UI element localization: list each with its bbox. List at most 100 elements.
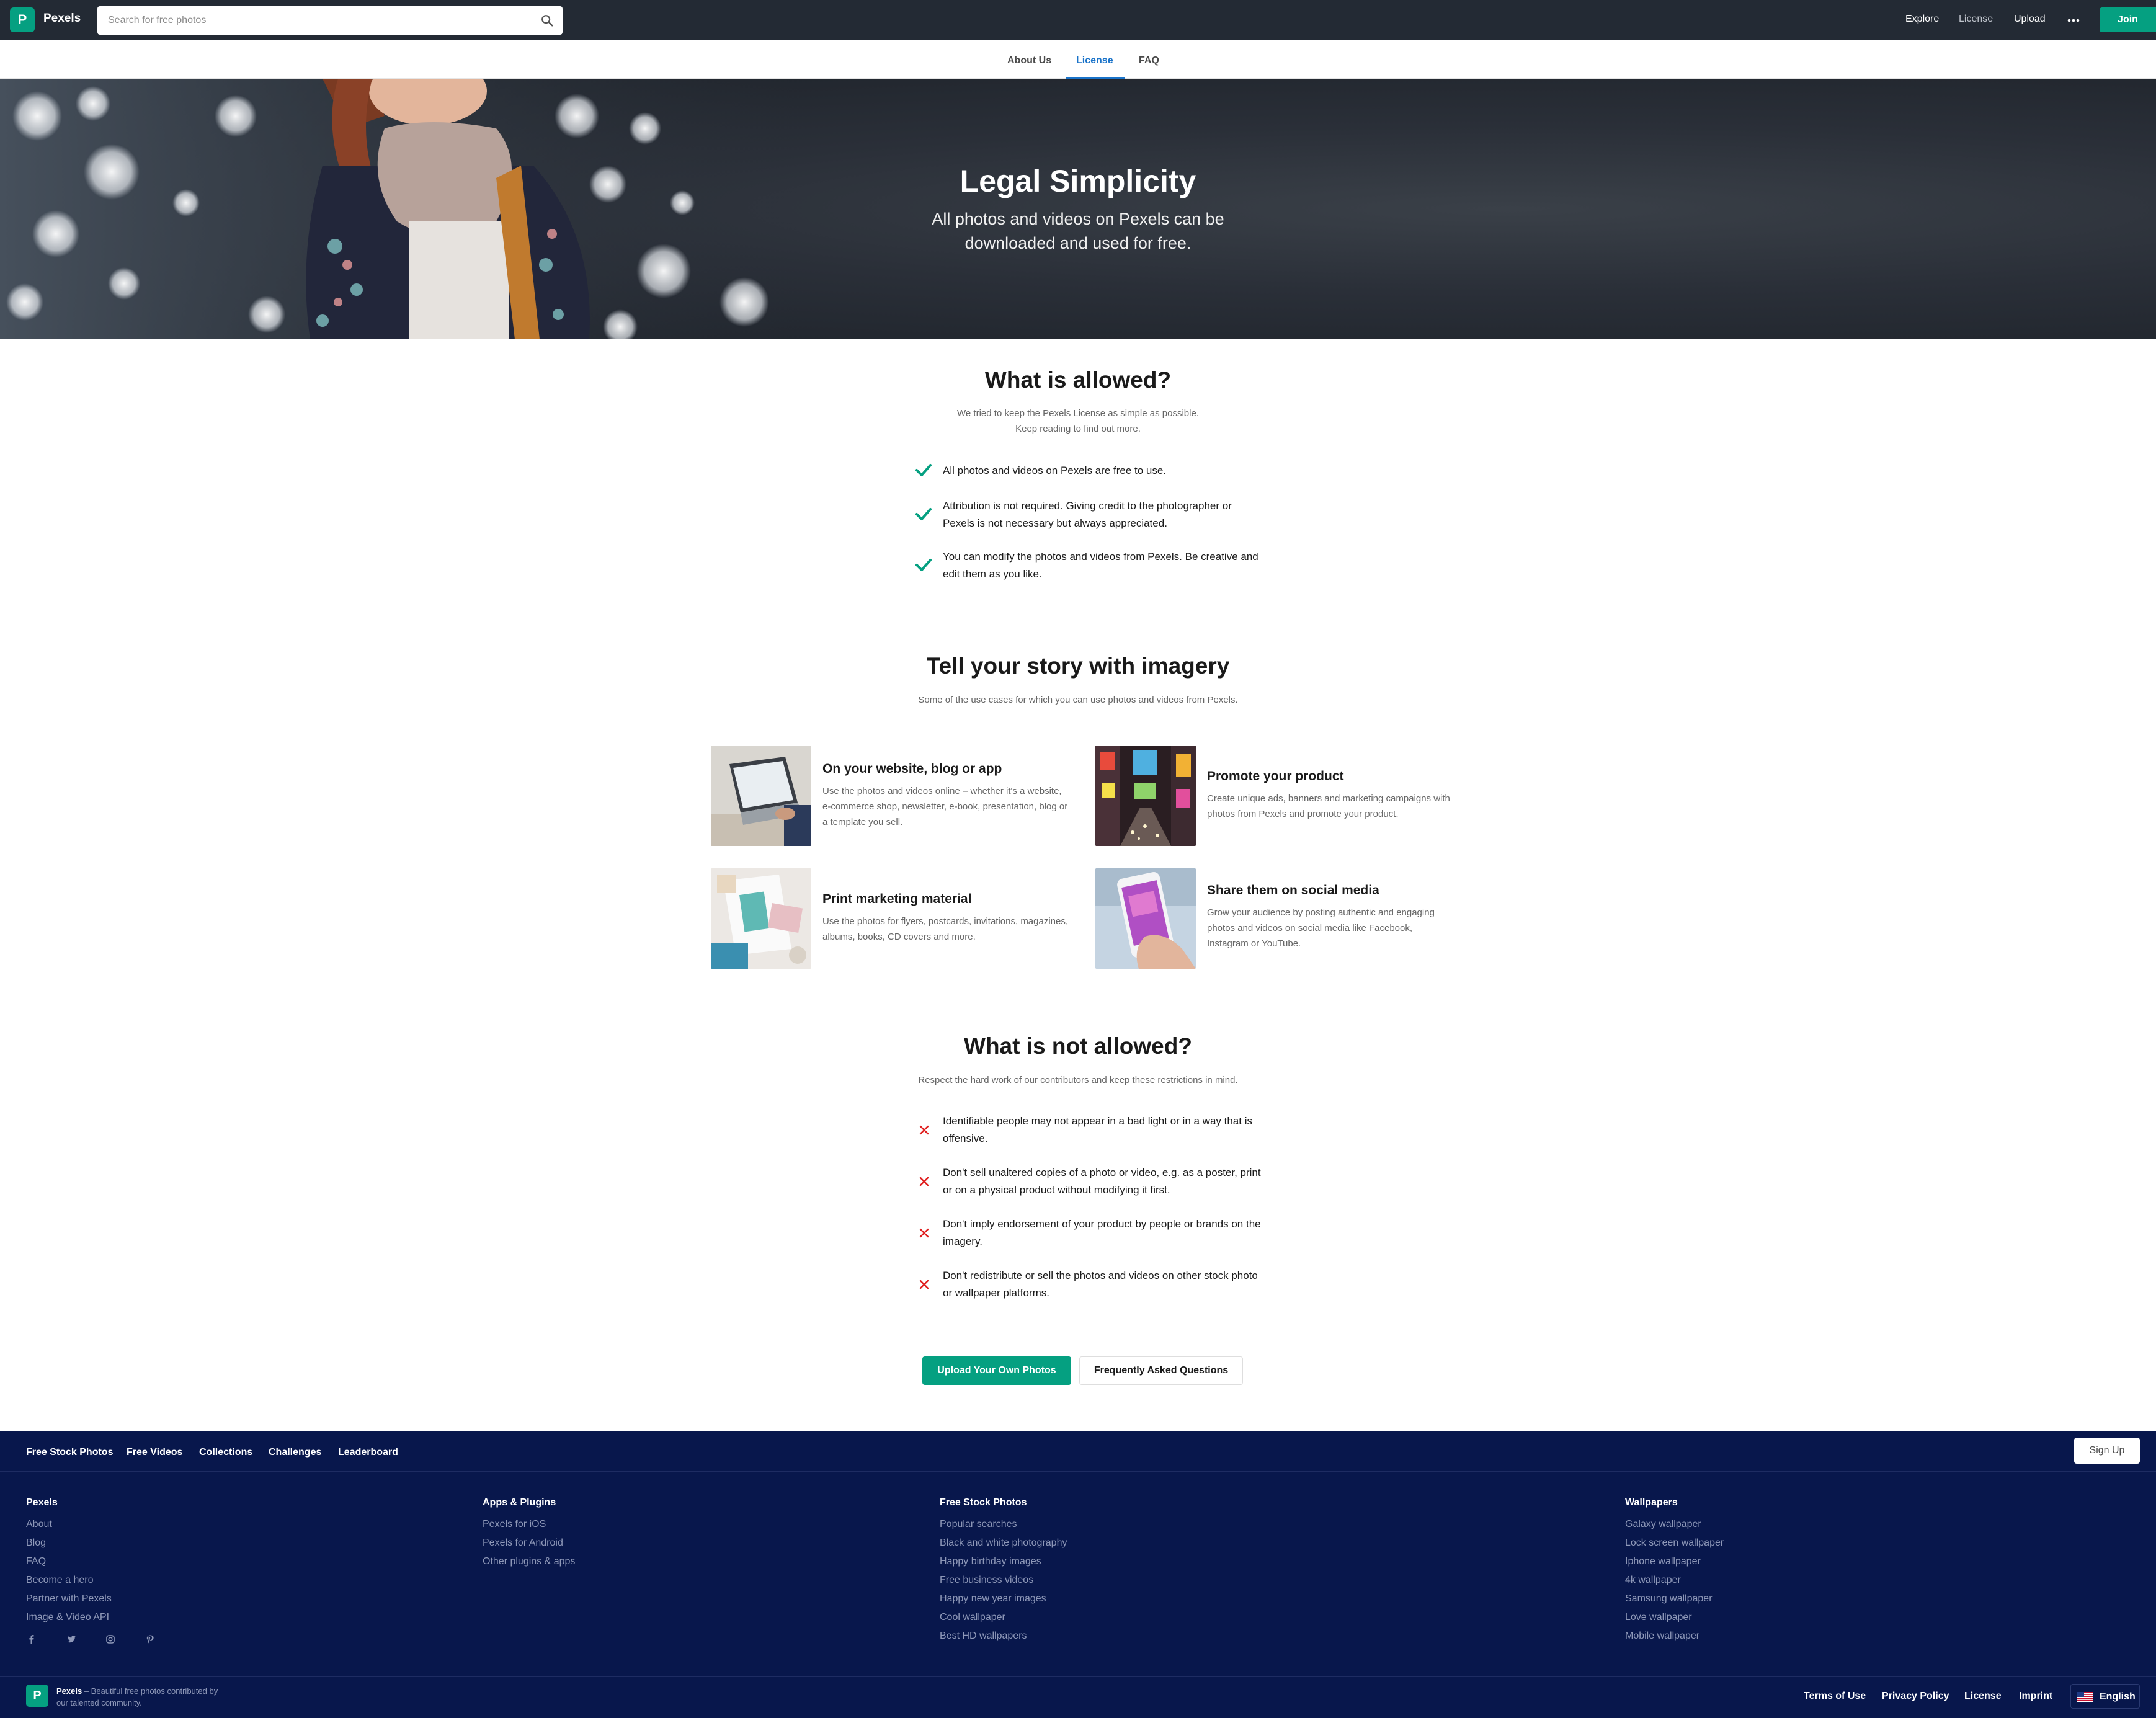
footer-link[interactable]: Image & Video API — [26, 1612, 109, 1623]
use-case-title: On your website, blog or app — [822, 762, 1002, 776]
footer-link[interactable]: Iphone wallpaper — [1625, 1556, 1701, 1567]
footer-link[interactable]: Other plugins & apps — [483, 1556, 575, 1567]
use-case-description: Grow your audience by posting authentic … — [1207, 907, 1435, 949]
footer-link[interactable]: Happy birthday images — [940, 1556, 1041, 1567]
sub-navigation: About Us License FAQ — [0, 40, 2156, 79]
pexels-logo[interactable]: P — [10, 7, 35, 32]
use-case-description: Use the photos for flyers, postcards, in… — [822, 916, 1069, 942]
use-case-description: Use the photos and videos online – wheth… — [822, 786, 1068, 827]
footer-link[interactable]: Blog — [26, 1538, 46, 1549]
use-case-description: Create unique ads, banners and marketing… — [1207, 793, 1450, 819]
footer-tagline: Pexels – Beautiful free photos contribut… — [56, 1685, 243, 1709]
footer-link[interactable]: Free business videos — [940, 1575, 1033, 1586]
not-allowed-lead: Respect the hard work of our contributor… — [918, 1075, 1238, 1085]
language-label: English — [2100, 1691, 2136, 1702]
check-icon — [915, 559, 932, 571]
footer-link[interactable]: 4k wallpaper — [1625, 1575, 1681, 1586]
print-material-image — [711, 868, 811, 969]
allowed-item-text: You can modify the photos and videos fro… — [943, 551, 1258, 580]
footer-nav-free-videos[interactable]: Free Videos — [127, 1447, 182, 1458]
top-navbar: P Pexels Explore License Upload Join — [0, 0, 2156, 40]
footer-link[interactable]: Love wallpaper — [1625, 1612, 1692, 1623]
phone-in-hand-image — [1095, 868, 1196, 969]
footer-link[interactable]: Mobile wallpaper — [1625, 1631, 1699, 1642]
nav-explore[interactable]: Explore — [1905, 14, 1939, 25]
cross-icon — [919, 1177, 929, 1186]
footer-link[interactable]: Pexels for Android — [483, 1538, 563, 1549]
story-lead: Some of the use cases for which you can … — [918, 695, 1238, 705]
footer-privacy-link[interactable]: Privacy Policy — [1882, 1691, 1949, 1702]
faq-button[interactable]: Frequently Asked Questions — [1079, 1356, 1243, 1385]
not-allowed-heading: What is not allowed? — [964, 1033, 1192, 1059]
upload-photos-button[interactable]: Upload Your Own Photos — [922, 1356, 1071, 1385]
footer-link[interactable]: Lock screen wallpaper — [1625, 1538, 1724, 1549]
footer-tagline-line1: – Beautiful free photos contributed by — [84, 1686, 218, 1696]
tab-faq[interactable]: FAQ — [1139, 55, 1159, 66]
footer-nav-challenges[interactable]: Challenges — [269, 1447, 321, 1458]
check-icon — [915, 464, 932, 476]
footer-link[interactable]: Happy new year images — [940, 1593, 1046, 1605]
language-selector[interactable]: English — [2070, 1684, 2140, 1709]
footer-column-title: Wallpapers — [1625, 1497, 1678, 1508]
footer-link[interactable]: FAQ — [26, 1556, 46, 1567]
footer-tagline-line2: our talented community. — [56, 1698, 142, 1707]
pinterest-icon[interactable] — [145, 1634, 156, 1645]
footer: Free Stock Photos Free Videos Collection… — [0, 1431, 2156, 1718]
search-bar[interactable] — [97, 6, 563, 35]
tab-license[interactable]: License — [1076, 55, 1113, 66]
sign-up-button[interactable]: Sign Up — [2074, 1438, 2140, 1464]
footer-license-link[interactable]: License — [1964, 1691, 2002, 1702]
use-case-print: Print marketing material Use the photos … — [711, 868, 1083, 969]
search-input[interactable] — [97, 6, 519, 35]
check-icon — [915, 508, 932, 520]
footer-link[interactable]: Pexels for iOS — [483, 1519, 546, 1530]
footer-nav-leaderboard[interactable]: Leaderboard — [338, 1447, 398, 1458]
footer-link[interactable]: Samsung wallpaper — [1625, 1593, 1713, 1605]
footer-link[interactable]: Popular searches — [940, 1519, 1017, 1530]
twitter-icon[interactable] — [66, 1634, 77, 1645]
times-square-image — [1095, 746, 1196, 846]
hero-title: Legal Simplicity — [960, 164, 1196, 198]
footer-link[interactable]: Partner with Pexels — [26, 1593, 112, 1605]
story-heading: Tell your story with imagery — [926, 653, 1230, 679]
nav-upload[interactable]: Upload — [2014, 14, 2046, 25]
footer-link[interactable]: Cool wallpaper — [940, 1612, 1005, 1623]
nav-license[interactable]: License — [1959, 14, 1993, 25]
footer-terms-link[interactable]: Terms of Use — [1804, 1691, 1866, 1702]
cross-icon — [919, 1228, 929, 1238]
footer-column-title: Apps & Plugins — [483, 1497, 556, 1508]
facebook-icon[interactable] — [26, 1634, 37, 1645]
use-case-promote: Promote your product Create unique ads, … — [1095, 746, 1468, 846]
footer-link[interactable]: Best HD wallpapers — [940, 1631, 1027, 1642]
allowed-lead-line1: We tried to keep the Pexels License as s… — [957, 408, 1199, 419]
join-button[interactable]: Join — [2100, 7, 2156, 32]
footer-link[interactable]: Galaxy wallpaper — [1625, 1519, 1701, 1530]
footer-link[interactable]: About — [26, 1519, 52, 1530]
footer-divider — [0, 1471, 2156, 1472]
allowed-heading: What is allowed? — [984, 367, 1172, 393]
tab-about-us[interactable]: About Us — [1007, 55, 1051, 66]
more-options-icon[interactable] — [2067, 14, 2080, 27]
footer-link[interactable]: Become a hero — [26, 1575, 94, 1586]
footer-nav-free-stock-photos[interactable]: Free Stock Photos — [26, 1447, 113, 1458]
not-allowed-item-text: Don't sell unaltered copies of a photo o… — [943, 1167, 1261, 1196]
footer-column-title: Pexels — [26, 1497, 58, 1508]
cross-icon — [919, 1280, 929, 1289]
not-allowed-item-text: Identifiable people may not appear in a … — [943, 1115, 1252, 1144]
footer-imprint-link[interactable]: Imprint — [2019, 1691, 2052, 1702]
not-allowed-item-text: Don't imply endorsement of your product … — [943, 1218, 1261, 1247]
brand-name[interactable]: Pexels — [43, 12, 81, 25]
allowed-item-text: All photos and videos on Pexels are free… — [943, 465, 1167, 476]
footer-pexels-logo[interactable]: P — [26, 1685, 48, 1707]
footer-link[interactable]: Black and white photography — [940, 1538, 1067, 1549]
footer-column-title: Free Stock Photos — [940, 1497, 1027, 1508]
footer-nav-collections[interactable]: Collections — [199, 1447, 252, 1458]
allowed-lead-line2: Keep reading to find out more. — [1015, 424, 1141, 434]
website-laptop-image — [711, 746, 811, 846]
search-icon[interactable] — [540, 14, 554, 27]
allowed-item-text: Attribution is not required. Giving cred… — [943, 500, 1232, 529]
instagram-icon[interactable] — [105, 1634, 116, 1645]
use-case-title: Print marketing material — [822, 892, 972, 906]
hero-subtitle: All photos and videos on Pexels can be d… — [932, 210, 1224, 252]
hero-banner: Legal Simplicity All photos and videos o… — [0, 79, 2156, 339]
